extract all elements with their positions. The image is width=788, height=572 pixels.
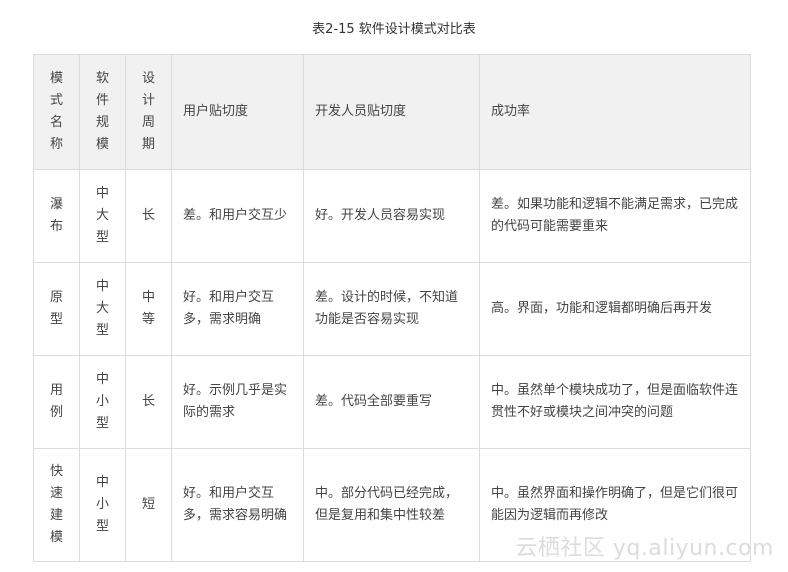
cell-mode-name: 瀑布 xyxy=(33,169,80,263)
cell-developer-fit: 差。设计的时候，不知道功能是否容易实现 xyxy=(303,262,480,356)
site-watermark: 云栖社区 yq.aliyun.com xyxy=(515,536,774,561)
cell-developer-fit: 中。部分代码已经完成，但是复用和集中性较差 xyxy=(303,448,480,562)
cell-software-scale: 中大型 xyxy=(79,169,126,263)
table-row: 瀑布 中大型 长 差。和用户交互少 好。开发人员容易实现 差。如果功能和逻辑不能… xyxy=(33,169,751,263)
table-row: 原型 中大型 中等 好。和用户交互多，需求明确 差。设计的时候，不知道功能是否容… xyxy=(33,262,751,356)
header-design-cycle: 设计周期 xyxy=(125,54,172,170)
cell-developer-fit: 好。开发人员容易实现 xyxy=(303,169,480,263)
cell-success-rate: 差。如果功能和逻辑不能满足需求，已完成的代码可能需要重来 xyxy=(479,169,751,263)
header-mode-name: 模式名称 xyxy=(33,54,80,170)
cell-design-cycle: 短 xyxy=(125,448,172,562)
cell-success-rate: 中。虽然单个模块成功了，但是面临软件连贯性不好或模块之间冲突的问题 xyxy=(479,355,751,449)
cell-user-fit: 差。和用户交互少 xyxy=(171,169,304,263)
cell-user-fit: 好。和用户交互多，需求容易明确 xyxy=(171,448,304,562)
cell-software-scale: 中大型 xyxy=(79,262,126,356)
cell-software-scale: 中小型 xyxy=(79,355,126,449)
cell-design-cycle: 长 xyxy=(125,355,172,449)
header-success-rate: 成功率 xyxy=(479,54,751,170)
cell-user-fit: 好。和用户交互多，需求明确 xyxy=(171,262,304,356)
cell-mode-name: 原型 xyxy=(33,262,80,356)
cell-mode-name: 用例 xyxy=(33,355,80,449)
table-row: 用例 中小型 长 好。示例几乎是实际的需求 差。代码全部要重写 中。虽然单个模块… xyxy=(33,355,751,449)
cell-software-scale: 中小型 xyxy=(79,448,126,562)
table-caption: 表2-15 软件设计模式对比表 xyxy=(312,22,476,37)
header-developer-fit: 开发人员贴切度 xyxy=(303,54,480,170)
cell-design-cycle: 中等 xyxy=(125,262,172,356)
table-header-row: 模式名称 软件规模 设计周期 用户贴切度 开发人员贴切度 成功率 xyxy=(33,54,751,170)
cell-developer-fit: 差。代码全部要重写 xyxy=(303,355,480,449)
cell-design-cycle: 长 xyxy=(125,169,172,263)
header-software-scale: 软件规模 xyxy=(79,54,126,170)
cell-user-fit: 好。示例几乎是实际的需求 xyxy=(171,355,304,449)
cell-success-rate: 高。界面，功能和逻辑都明确后再开发 xyxy=(479,262,751,356)
header-user-fit: 用户贴切度 xyxy=(171,54,304,170)
cell-mode-name: 快速建模 xyxy=(33,448,80,562)
comparison-table: 模式名称 软件规模 设计周期 用户贴切度 开发人员贴切度 成功率 瀑布 中大型 … xyxy=(33,54,751,562)
